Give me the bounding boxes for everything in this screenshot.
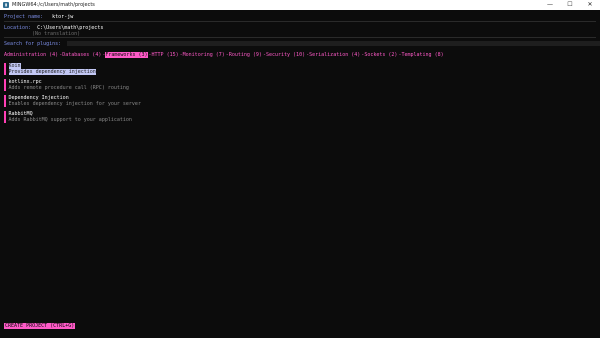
tab-frameworks[interactable]: Frameworks (3) (105, 52, 148, 58)
tab-serialization[interactable]: Serialization (4) (309, 52, 360, 58)
plugin-description: Adds remote procedure call (RPC) routing (8, 85, 129, 91)
plugin-description: Adds RabbitMQ support to your applicatio… (8, 117, 132, 123)
window-titlebar: ▮ MINGW64:/c/Users/math/projects — ☐ ✕ (0, 0, 600, 10)
location-underline (4, 37, 596, 38)
search-label: Search for plugins: (4, 41, 62, 47)
tab-routing[interactable]: Routing (9) (229, 52, 262, 58)
plugin-item-dependency-injection[interactable]: Dependency Injection Enables dependency … (4, 95, 141, 107)
maximize-button[interactable]: ☐ (560, 0, 580, 10)
plugin-item-rabbitmq[interactable]: RabbitMQ Adds RabbitMQ support to your a… (4, 111, 132, 123)
project-name-input[interactable]: ktor-jw (52, 14, 73, 20)
search-input[interactable] (67, 41, 600, 46)
window-controls: — ☐ ✕ (540, 0, 600, 10)
plugin-description: Enables dependency injection for your se… (8, 101, 141, 107)
plugin-selection-marker (4, 79, 6, 91)
tab-http[interactable]: HTTP (15) (152, 52, 179, 58)
tab-databases[interactable]: Databases (4) (62, 52, 101, 58)
tab-administration[interactable]: Administration (4) (4, 52, 58, 58)
plugin-selection-marker (4, 111, 6, 123)
category-tabs: Administration (4) - Databases (4) - Fra… (4, 52, 445, 58)
search-row: Search for plugins: (4, 41, 600, 47)
tab-security[interactable]: Security (10) (266, 52, 305, 58)
close-button[interactable]: ✕ (580, 0, 600, 10)
tab-monitoring[interactable]: Monitoring (7) (183, 52, 225, 58)
create-project-button[interactable]: CREATE PROJECT (CTRL+G) (4, 323, 76, 329)
location-label: Location: (4, 25, 32, 31)
tab-templating[interactable]: Templating (8) (401, 52, 443, 58)
plugin-item-koin[interactable]: Koin Provides dependency injection (4, 63, 96, 75)
terminal-app-icon: ▮ (3, 2, 9, 8)
plugin-selection-marker (4, 95, 6, 107)
tab-sockets[interactable]: Sockets (2) (364, 52, 397, 58)
window-title: MINGW64:/c/Users/math/projects (12, 2, 95, 8)
terminal-area: Project name: ktor-jw Location: C:\Users… (0, 10, 600, 338)
project-name-label: Project name: (4, 14, 44, 20)
project-name-underline (4, 21, 596, 22)
plugin-description: Provides dependency injection (8, 69, 96, 75)
minimize-button[interactable]: — (540, 0, 560, 10)
plugin-item-kotlinx-rpc[interactable]: kotlinx.rpc Adds remote procedure call (… (4, 79, 129, 91)
project-name-row: Project name: ktor-jw (4, 14, 73, 20)
plugin-selection-marker (4, 63, 6, 75)
